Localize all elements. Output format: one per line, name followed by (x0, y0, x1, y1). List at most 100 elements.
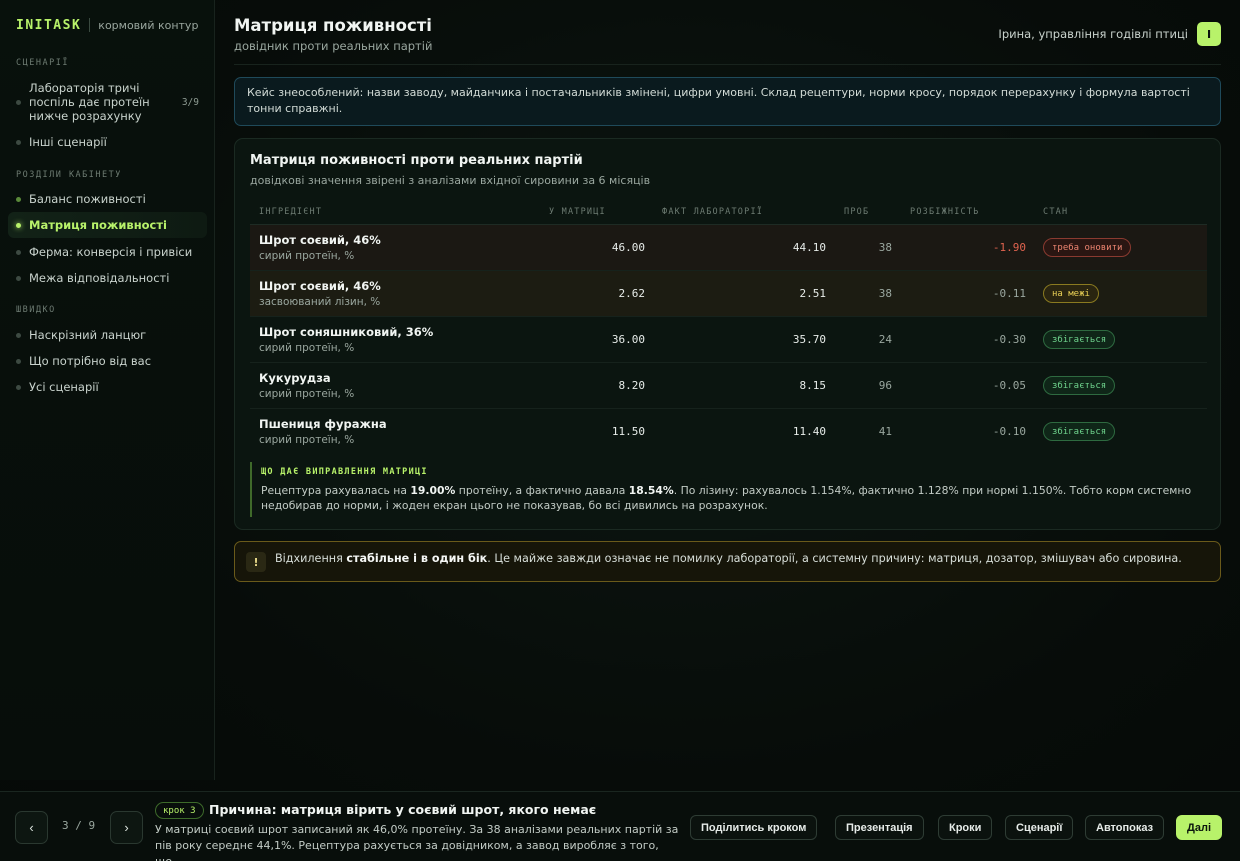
step-description: У матриці соєвий шрот записаний як 46,0%… (155, 823, 679, 861)
share-step-button[interactable]: Поділитись кроком (690, 815, 818, 840)
autoplay-button[interactable]: Автопоказ (1085, 815, 1165, 840)
matrix-value: 2.62 (618, 287, 646, 300)
table-row[interactable]: Кукурудза сирий протеїн, % 8.20 8.15 96 … (250, 363, 1207, 409)
chevron-left-icon: ‹ (29, 820, 34, 835)
column-header-probes: ПРОБ (844, 207, 870, 217)
sidebar-item-nutrient-balance[interactable]: Баланс поживності (8, 189, 207, 209)
probes-count: 38 (878, 287, 892, 300)
sidebar-item-farm-conversion[interactable]: Ферма: конверсія і привіси (8, 242, 207, 262)
sidebar-item-end-to-end-chain[interactable]: Наскрізний ланцюг (8, 325, 207, 345)
bullet-dot-icon (16, 384, 21, 390)
bullet-dot-icon (16, 139, 21, 145)
card-title: Матриця поживності проти реальних партій (250, 153, 583, 168)
next-button[interactable]: Далі (1176, 815, 1222, 840)
bullet-dot-icon (16, 196, 21, 202)
alert-text-part: . Це майже завжди означає не помилку лаб… (487, 552, 1182, 565)
card-subtitle: довідкові значення звірені з аналізами в… (250, 174, 651, 187)
header-divider (234, 64, 1221, 65)
status-badge: треба оновити (1043, 238, 1132, 257)
discrepancy-value: -0.30 (992, 333, 1026, 346)
step-title: Причина: матриця вірить у соєвий шрот, я… (209, 802, 597, 817)
discrepancy-value: -0.11 (992, 287, 1026, 300)
column-header-lab-fact: ФАКТ ЛАБОРАТОРІЇ (662, 207, 764, 217)
section-label-scenarios: СЦЕНАРІЇ (16, 58, 69, 68)
callout-text-part: протеїну, а фактично давала (455, 484, 629, 497)
page-subtitle: довідник проти реальних партій (234, 39, 433, 53)
sidebar-item-label: Інші сценарії (29, 135, 107, 149)
ingredient-metric: сирий протеїн, % (259, 434, 355, 446)
sidebar-item-label: Що потрібно від вас (29, 354, 152, 368)
sidebar-item-other-scenarios[interactable]: Інші сценарії (8, 132, 207, 152)
ingredient-metric: сирий протеїн, % (259, 250, 355, 262)
sidebar-item-scenario-current[interactable]: Лабораторія тричі поспіль дає протеїн ни… (8, 80, 207, 124)
page-title: Матриця поживності (234, 16, 432, 35)
probes-count: 96 (878, 379, 892, 392)
column-header-matrix: У МАТРИЦІ (549, 207, 606, 217)
sidebar-item-all-scenarios[interactable]: Усі сценарії (8, 377, 207, 397)
bullet-dot-icon (16, 222, 21, 228)
brand-logo: INITASK (16, 17, 82, 33)
scenario-progress-badge: 3/9 (181, 96, 199, 108)
table-row[interactable]: Пшениця фуражна сирий протеїн, % 11.50 1… (250, 409, 1207, 455)
ingredient-name: Шрот соняшниковий, 36% (259, 325, 434, 339)
sidebar-item-label: Матриця поживності (29, 218, 167, 232)
presentation-button[interactable]: Презентація (835, 815, 924, 840)
matrix-value: 8.20 (618, 379, 646, 392)
status-badge: збігається (1043, 422, 1116, 441)
callout-text-part: Рецептура рахувалась на (261, 484, 411, 497)
alert-text: Відхилення стабільне і в один бік. Це ма… (275, 552, 1182, 565)
discrepancy-value: -0.05 (992, 379, 1026, 392)
table-row[interactable]: Шрот соєвий, 46% сирий протеїн, % 46.00 … (250, 225, 1207, 271)
column-header-discrepancy: РОЗБІЖНІСТЬ (910, 207, 980, 217)
bullet-dot-icon (16, 99, 21, 105)
probes-count: 41 (878, 425, 892, 438)
matrix-value: 46.00 (611, 241, 645, 254)
ingredient-name: Пшениця фуражна (259, 417, 387, 431)
status-badge: збігається (1043, 376, 1116, 395)
sidebar-item-label: Межа відповідальності (29, 271, 170, 285)
sidebar-item-label: Усі сценарії (29, 380, 99, 394)
sidebar-item-label: Баланс поживності (29, 192, 146, 206)
ingredient-name: Шрот соєвий, 46% (259, 233, 381, 247)
table-row[interactable]: Шрот соєвий, 46% засвоюваний лізин, % 2.… (250, 271, 1207, 317)
scenarios-button[interactable]: Сценарії (1005, 815, 1074, 840)
user-name[interactable]: Ірина, управління годівлі птиці (998, 27, 1188, 41)
bullet-dot-icon (16, 275, 21, 281)
matrix-card: Матриця поживності проти реальних партій… (234, 138, 1221, 530)
ingredient-metric: сирий протеїн, % (259, 342, 355, 354)
next-step-arrow-button[interactable]: › (110, 811, 143, 844)
bullet-dot-icon (16, 332, 21, 338)
step-counter: 3 / 9 (62, 819, 96, 832)
matrix-fix-callout: ЩО ДАЄ ВИПРАВЛЕННЯ МАТРИЦІ Рецептура рах… (250, 462, 1207, 517)
probes-count: 38 (878, 241, 892, 254)
step-navigation-bar: ‹ 3 / 9 › крок 3 Причина: матриця вірить… (0, 791, 1240, 861)
steps-button[interactable]: Кроки (938, 815, 993, 840)
brand-divider (89, 18, 91, 32)
brand[interactable]: INITASK кормовий контур (8, 16, 206, 34)
avatar[interactable]: І (1197, 22, 1221, 46)
status-badge: збігається (1043, 330, 1116, 349)
ingredient-name: Кукурудза (259, 371, 331, 385)
chevron-right-icon: › (124, 820, 129, 835)
probes-count: 24 (878, 333, 892, 346)
exclamation-icon: ! (246, 552, 266, 572)
sidebar: INITASK кормовий контур СЦЕНАРІЇ Лаборат… (0, 0, 215, 780)
sidebar-item-responsibility-boundary[interactable]: Межа відповідальності (8, 268, 207, 288)
sidebar-item-label: Лабораторія тричі поспіль дає протеїн ни… (29, 81, 150, 123)
matrix-value: 11.50 (611, 425, 645, 438)
section-label-quick: ШВИДКО (16, 305, 56, 315)
ingredient-metric: засвоюваний лізин, % (259, 296, 381, 308)
ingredient-name: Шрот соєвий, 46% (259, 279, 381, 293)
status-badge: на межі (1043, 284, 1099, 303)
matrix-value: 36.00 (611, 333, 645, 346)
callout-label: ЩО ДАЄ ВИПРАВЛЕННЯ МАТРИЦІ (261, 467, 428, 477)
column-header-status: СТАН (1043, 207, 1069, 217)
table-row[interactable]: Шрот соняшниковий, 36% сирий протеїн, % … (250, 317, 1207, 363)
anonymization-notice: Кейс знеособлений: назви заводу, майданч… (234, 77, 1221, 126)
section-label-cabinet: РОЗДІЛИ КАБІНЕТУ (16, 170, 122, 180)
prev-step-button[interactable]: ‹ (15, 811, 48, 844)
bullet-dot-icon (16, 249, 21, 255)
alert-text-part: Відхилення (275, 552, 347, 565)
sidebar-item-what-we-need[interactable]: Що потрібно від вас (8, 351, 207, 371)
sidebar-item-nutrient-matrix[interactable]: Матриця поживності (8, 212, 207, 238)
